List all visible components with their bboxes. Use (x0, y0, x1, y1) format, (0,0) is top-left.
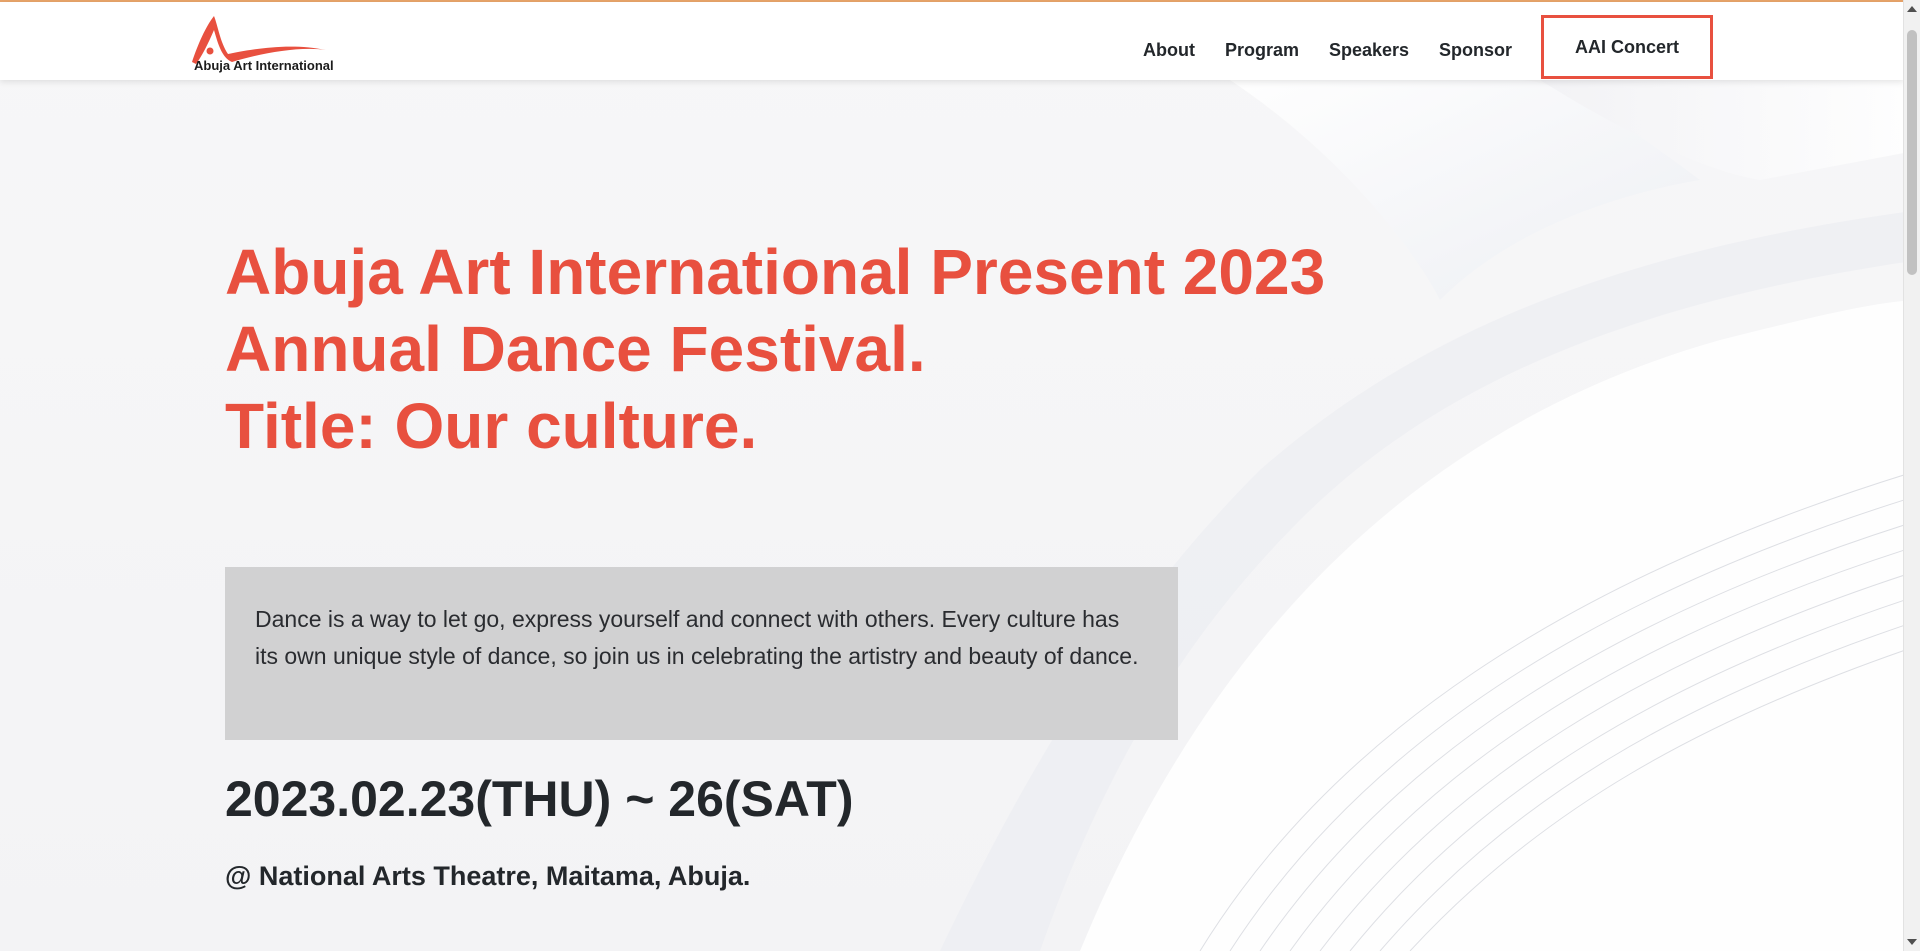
scroll-up-arrow-icon[interactable] (1907, 6, 1917, 12)
site-header: Abuja Art International About Program Sp… (0, 2, 1904, 80)
vertical-scrollbar[interactable] (1903, 0, 1920, 951)
hero-title-line-1: Abuja Art International Present 2023 (225, 236, 1326, 308)
description-box: Dance is a way to let go, express yourse… (225, 567, 1178, 740)
event-venue: @ National Arts Theatre, Maitama, Abuja. (225, 861, 751, 891)
brand-logo[interactable]: Abuja Art International (188, 14, 348, 74)
description-text: Dance is a way to let go, express yourse… (255, 606, 1139, 669)
hero-title: Abuja Art International Present 2023 Ann… (225, 234, 1325, 465)
nav-sponsor[interactable]: Sponsor (1439, 40, 1512, 61)
nav-speakers[interactable]: Speakers (1329, 40, 1409, 61)
hero-title-line-3: Title: Our culture. (225, 390, 758, 462)
nav-program[interactable]: Program (1225, 40, 1299, 61)
brand-name: Abuja Art International (194, 58, 334, 73)
event-date: 2023.02.23(THU) ~ 26(SAT) (225, 771, 854, 827)
nav-about[interactable]: About (1143, 40, 1195, 61)
page: Abuja Art International About Program Sp… (0, 0, 1920, 951)
scrollbar-thumb[interactable] (1907, 30, 1917, 275)
scroll-down-arrow-icon[interactable] (1907, 939, 1917, 945)
aai-concert-button[interactable]: AAI Concert (1541, 15, 1713, 79)
hero-title-line-2: Annual Dance Festival. (225, 313, 926, 385)
